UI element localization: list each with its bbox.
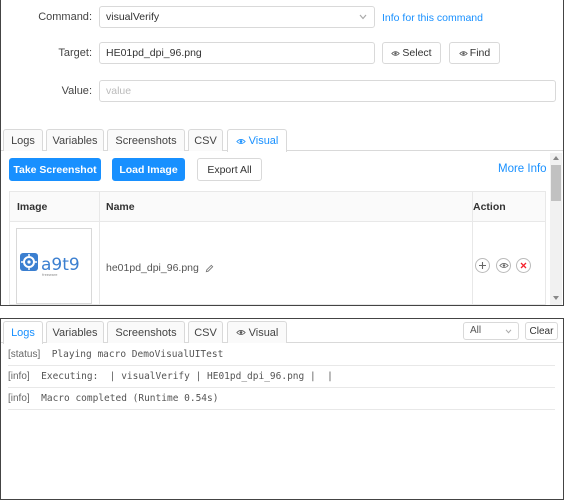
target-row: Target: HE01pd_dpi_96.png Select Find bbox=[1, 42, 563, 66]
tab-screenshots-label: Screenshots bbox=[115, 326, 177, 339]
log-entry: [info] Executing: | visualVerify | HE01p… bbox=[8, 366, 555, 388]
log-text: Playing macro DemoVisualUITest bbox=[51, 349, 224, 360]
image-name-cell: he01pd_dpi_96.png bbox=[106, 262, 214, 274]
load-image-label: Load Image bbox=[119, 163, 178, 176]
svg-text:freeware: freeware bbox=[42, 273, 57, 277]
log-filter-value: All bbox=[470, 325, 482, 336]
chevron-down-icon bbox=[359, 14, 367, 20]
value-input[interactable]: value bbox=[99, 80, 556, 102]
add-image-button[interactable] bbox=[475, 258, 490, 273]
column-header-image: Image bbox=[17, 201, 48, 213]
tab-csv-label: CSV bbox=[194, 134, 217, 147]
value-row: Value: value bbox=[1, 80, 563, 104]
tab-csv-label: CSV bbox=[194, 326, 217, 339]
eye-icon bbox=[498, 263, 509, 268]
tab-logs-label: Logs bbox=[11, 327, 35, 339]
export-all-button[interactable]: Export All bbox=[197, 158, 262, 181]
find-button-label: Find bbox=[469, 47, 491, 59]
column-divider bbox=[99, 192, 100, 304]
tab-variables-label: Variables bbox=[52, 134, 98, 147]
command-row: Command: visualVerify Info for this comm… bbox=[1, 6, 563, 30]
image-thumbnail[interactable]: a9t9 freeware bbox=[16, 228, 92, 304]
select-button[interactable]: Select bbox=[382, 42, 441, 64]
log-entry: [status] Playing macro DemoVisualUITest bbox=[8, 344, 555, 366]
edit-pencil-icon[interactable] bbox=[205, 264, 214, 273]
tab-screenshots-label: Screenshots bbox=[115, 134, 177, 147]
visual-image-table: Image Name Action a9t9 freeware he01pd_d… bbox=[9, 191, 546, 305]
eye-icon bbox=[235, 330, 246, 335]
tab-visual[interactable]: Visual bbox=[227, 129, 287, 152]
top-tab-bar: Logs Variables Screenshots CSV Visual bbox=[1, 127, 563, 152]
clear-logs-button[interactable]: Clear bbox=[525, 322, 558, 340]
table-header: Image Name Action bbox=[10, 192, 545, 222]
column-header-action: Action bbox=[473, 201, 506, 213]
eye-icon bbox=[391, 50, 401, 56]
plus-icon bbox=[479, 262, 486, 269]
scroll-thumb[interactable] bbox=[551, 165, 561, 201]
clear-logs-label: Clear bbox=[529, 325, 554, 337]
tab-visual[interactable]: Visual bbox=[227, 321, 287, 343]
scroll-down-arrow[interactable] bbox=[553, 296, 559, 300]
value-placeholder: value bbox=[106, 85, 132, 97]
command-editor-panel: Command: visualVerify Info for this comm… bbox=[0, 0, 564, 306]
column-header-name: Name bbox=[106, 201, 135, 213]
export-all-label: Export All bbox=[207, 163, 252, 176]
tab-csv[interactable]: CSV bbox=[188, 129, 223, 151]
tab-logs[interactable]: Logs bbox=[3, 321, 43, 344]
view-image-button[interactable] bbox=[496, 258, 511, 273]
take-screenshot-label: Take Screenshot bbox=[13, 163, 97, 176]
tab-visual-label: Visual bbox=[248, 326, 279, 339]
command-label: Command: bbox=[38, 11, 92, 23]
tab-logs-label: Logs bbox=[11, 134, 35, 147]
chevron-down-icon bbox=[505, 329, 512, 334]
target-label: Target: bbox=[58, 47, 92, 59]
vertical-scrollbar[interactable] bbox=[550, 153, 562, 305]
log-text: Macro completed (Runtime 0.54s) bbox=[41, 393, 219, 404]
log-text: Executing: | visualVerify | HE01pd_dpi_9… bbox=[41, 371, 333, 382]
tab-variables[interactable]: Variables bbox=[46, 321, 104, 343]
delete-image-button[interactable] bbox=[516, 258, 531, 273]
target-value: HE01pd_dpi_96.png bbox=[106, 47, 202, 59]
svg-text:a9t9: a9t9 bbox=[41, 255, 80, 275]
image-name: he01pd_dpi_96.png bbox=[106, 262, 199, 274]
eye-icon bbox=[235, 138, 246, 144]
column-divider bbox=[472, 192, 473, 304]
load-image-button[interactable]: Load Image bbox=[112, 158, 185, 181]
select-button-label: Select bbox=[402, 47, 432, 59]
tab-screenshots[interactable]: Screenshots bbox=[107, 321, 185, 343]
info-for-command-link[interactable]: Info for this command bbox=[382, 12, 483, 24]
target-input[interactable]: HE01pd_dpi_96.png bbox=[99, 42, 375, 64]
log-type: [info] bbox=[8, 371, 30, 382]
scroll-up-arrow[interactable] bbox=[553, 156, 559, 160]
bottom-tab-bar: Logs Variables Screenshots CSV Visual Al… bbox=[1, 319, 563, 344]
tab-logs[interactable]: Logs bbox=[3, 129, 43, 151]
close-icon bbox=[520, 262, 527, 269]
tab-variables-label: Variables bbox=[52, 326, 98, 339]
tab-visual-label: Visual bbox=[248, 135, 279, 147]
log-panel: Logs Variables Screenshots CSV Visual Al… bbox=[0, 318, 564, 500]
more-info-link[interactable]: More Info bbox=[498, 163, 547, 175]
a9t9-logo-image: a9t9 freeware bbox=[20, 253, 80, 277]
tab-csv[interactable]: CSV bbox=[188, 321, 223, 343]
log-type: [info] bbox=[8, 393, 30, 404]
log-entry: [info] Macro completed (Runtime 0.54s) bbox=[8, 388, 555, 410]
value-label: Value: bbox=[61, 85, 92, 97]
command-select[interactable]: visualVerify bbox=[99, 6, 375, 28]
log-type: [status] bbox=[8, 349, 41, 360]
find-button[interactable]: Find bbox=[449, 42, 500, 64]
log-filter-select[interactable]: All bbox=[463, 322, 519, 340]
command-value: visualVerify bbox=[106, 11, 160, 23]
tab-variables[interactable]: Variables bbox=[46, 129, 104, 151]
eye-icon bbox=[459, 50, 468, 56]
take-screenshot-button[interactable]: Take Screenshot bbox=[9, 158, 101, 181]
tab-screenshots[interactable]: Screenshots bbox=[107, 129, 185, 151]
